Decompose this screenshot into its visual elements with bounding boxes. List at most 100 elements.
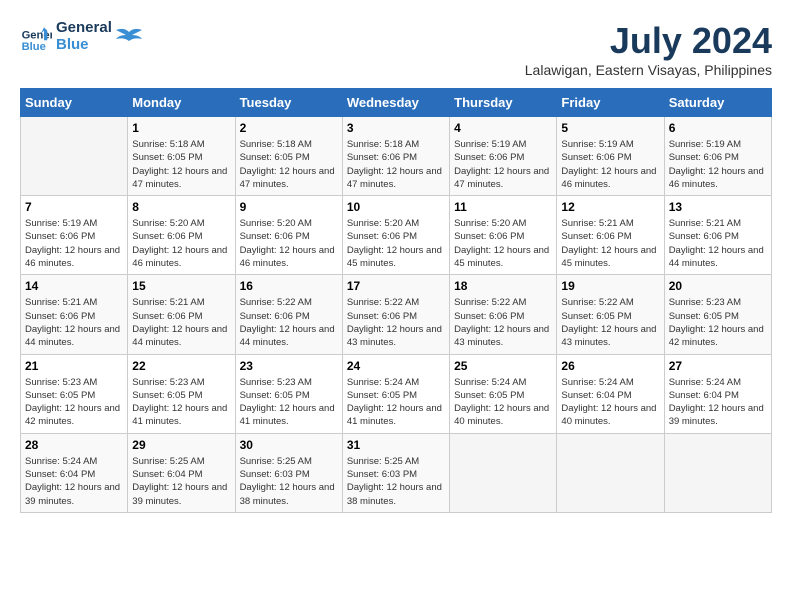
header-day-friday: Friday [557, 89, 664, 117]
calendar-cell: 8Sunrise: 5:20 AMSunset: 6:06 PMDaylight… [128, 196, 235, 275]
day-number: 23 [240, 359, 338, 373]
day-detail: Sunrise: 5:22 AMSunset: 6:05 PMDaylight:… [561, 296, 659, 349]
calendar-cell: 5 Sunrise: 5:19 AMSunset: 6:06 PMDaylight… [557, 117, 664, 196]
day-detail: Sunrise: 5:18 AMSunset: 6:05 PMDaylight:… [132, 138, 230, 191]
day-number: 13 [669, 200, 767, 214]
calendar-cell: 11 Sunrise: 5:20 AMSunset: 6:06 PMDayligh… [450, 196, 557, 275]
calendar-cell [21, 117, 128, 196]
calendar-week-row: 28Sunrise: 5:24 AMSunset: 6:04 PMDayligh… [21, 433, 772, 512]
calendar-week-row: 1Sunrise: 5:18 AMSunset: 6:05 PMDaylight… [21, 117, 772, 196]
day-number: 6 [669, 121, 767, 135]
day-detail: Sunrise: 5:21 AMSunset: 6:06 PMDaylight:… [669, 217, 767, 270]
day-detail: Sunrise: 5:22 AMSunset: 6:06 PMDaylight:… [454, 296, 552, 349]
calendar-cell: 14 Sunrise: 5:21 AMSunset: 6:06 PMDayligh… [21, 275, 128, 354]
calendar-cell: 2 Sunrise: 5:18 AMSunset: 6:05 PMDaylight… [235, 117, 342, 196]
calendar-cell: 29 Sunrise: 5:25 AMSunset: 6:04 PMDayligh… [128, 433, 235, 512]
day-detail: Sunrise: 5:23 AMSunset: 6:05 PMDaylight:… [132, 376, 230, 429]
calendar-cell: 6 Sunrise: 5:19 AMSunset: 6:06 PMDaylight… [664, 117, 771, 196]
day-detail: Sunrise: 5:25 AMSunset: 6:04 PMDaylight:… [132, 455, 230, 508]
day-number: 2 [240, 121, 338, 135]
day-detail: Sunrise: 5:20 AMSunset: 6:06 PMDaylight:… [454, 217, 552, 270]
day-detail: Sunrise: 5:24 AMSunset: 6:05 PMDaylight:… [347, 376, 445, 429]
day-number: 5 [561, 121, 659, 135]
day-detail: Sunrise: 5:19 AMSunset: 6:06 PMDaylight:… [561, 138, 659, 191]
day-detail: Sunrise: 5:19 AMSunset: 6:06 PMDaylight:… [25, 217, 123, 270]
calendar-week-row: 14 Sunrise: 5:21 AMSunset: 6:06 PMDayligh… [21, 275, 772, 354]
day-number: 19 [561, 279, 659, 293]
calendar-cell: 22 Sunrise: 5:23 AMSunset: 6:05 PMDayligh… [128, 354, 235, 433]
day-number: 10 [347, 200, 445, 214]
header-day-monday: Monday [128, 89, 235, 117]
calendar-cell: 13 Sunrise: 5:21 AMSunset: 6:06 PMDayligh… [664, 196, 771, 275]
day-number: 24 [347, 359, 445, 373]
day-detail: Sunrise: 5:20 AMSunset: 6:06 PMDaylight:… [347, 217, 445, 270]
calendar-cell: 18Sunrise: 5:22 AMSunset: 6:06 PMDayligh… [450, 275, 557, 354]
calendar-cell: 27Sunrise: 5:24 AMSunset: 6:04 PMDayligh… [664, 354, 771, 433]
day-detail: Sunrise: 5:24 AMSunset: 6:05 PMDaylight:… [454, 376, 552, 429]
day-number: 4 [454, 121, 552, 135]
day-detail: Sunrise: 5:21 AMSunset: 6:06 PMDaylight:… [25, 296, 123, 349]
day-detail: Sunrise: 5:24 AMSunset: 6:04 PMDaylight:… [561, 376, 659, 429]
day-number: 29 [132, 438, 230, 452]
calendar-cell: 31 Sunrise: 5:25 AMSunset: 6:03 PMDayligh… [342, 433, 449, 512]
day-detail: Sunrise: 5:21 AMSunset: 6:06 PMDaylight:… [132, 296, 230, 349]
day-detail: Sunrise: 5:24 AMSunset: 6:04 PMDaylight:… [669, 376, 767, 429]
header-day-tuesday: Tuesday [235, 89, 342, 117]
day-number: 9 [240, 200, 338, 214]
day-number: 12 [561, 200, 659, 214]
day-number: 25 [454, 359, 552, 373]
calendar-cell: 12Sunrise: 5:21 AMSunset: 6:06 PMDayligh… [557, 196, 664, 275]
logo-icon: General Blue [20, 21, 52, 53]
calendar-cell [664, 433, 771, 512]
logo-general: General [56, 20, 112, 37]
day-detail: Sunrise: 5:22 AMSunset: 6:06 PMDaylight:… [240, 296, 338, 349]
calendar-cell: 3Sunrise: 5:18 AMSunset: 6:06 PMDaylight… [342, 117, 449, 196]
day-detail: Sunrise: 5:19 AMSunset: 6:06 PMDaylight:… [454, 138, 552, 191]
calendar-cell: 15 Sunrise: 5:21 AMSunset: 6:06 PMDayligh… [128, 275, 235, 354]
svg-text:General: General [22, 29, 52, 41]
calendar-cell: 28Sunrise: 5:24 AMSunset: 6:04 PMDayligh… [21, 433, 128, 512]
header-day-sunday: Sunday [21, 89, 128, 117]
day-number: 11 [454, 200, 552, 214]
calendar-week-row: 7 Sunrise: 5:19 AMSunset: 6:06 PMDaylight… [21, 196, 772, 275]
day-number: 16 [240, 279, 338, 293]
day-number: 22 [132, 359, 230, 373]
header-day-thursday: Thursday [450, 89, 557, 117]
day-detail: Sunrise: 5:22 AMSunset: 6:06 PMDaylight:… [347, 296, 445, 349]
day-number: 21 [25, 359, 123, 373]
calendar-cell [557, 433, 664, 512]
calendar-cell: 10 Sunrise: 5:20 AMSunset: 6:06 PMDayligh… [342, 196, 449, 275]
day-number: 30 [240, 438, 338, 452]
header-day-wednesday: Wednesday [342, 89, 449, 117]
page-header: General Blue General Blue July 2024 Lala… [20, 20, 772, 78]
logo-blue: Blue [56, 37, 112, 54]
calendar-cell: 1Sunrise: 5:18 AMSunset: 6:05 PMDaylight… [128, 117, 235, 196]
header-day-saturday: Saturday [664, 89, 771, 117]
day-number: 15 [132, 279, 230, 293]
calendar-cell: 16 Sunrise: 5:22 AMSunset: 6:06 PMDayligh… [235, 275, 342, 354]
calendar-cell: 23Sunrise: 5:23 AMSunset: 6:05 PMDayligh… [235, 354, 342, 433]
logo-bird-icon [114, 22, 144, 52]
month-year-title: July 2024 [525, 20, 772, 62]
header-row: SundayMondayTuesdayWednesdayThursdayFrid… [21, 89, 772, 117]
day-number: 17 [347, 279, 445, 293]
calendar-cell: 25 Sunrise: 5:24 AMSunset: 6:05 PMDayligh… [450, 354, 557, 433]
calendar-cell [450, 433, 557, 512]
day-number: 7 [25, 200, 123, 214]
day-number: 14 [25, 279, 123, 293]
title-area: July 2024 Lalawigan, Eastern Visayas, Ph… [525, 20, 772, 78]
calendar-cell: 7 Sunrise: 5:19 AMSunset: 6:06 PMDaylight… [21, 196, 128, 275]
day-detail: Sunrise: 5:18 AMSunset: 6:05 PMDaylight:… [240, 138, 338, 191]
day-number: 26 [561, 359, 659, 373]
day-detail: Sunrise: 5:25 AMSunset: 6:03 PMDaylight:… [347, 455, 445, 508]
calendar-cell: 30Sunrise: 5:25 AMSunset: 6:03 PMDayligh… [235, 433, 342, 512]
day-detail: Sunrise: 5:23 AMSunset: 6:05 PMDaylight:… [669, 296, 767, 349]
svg-text:Blue: Blue [22, 40, 46, 52]
day-detail: Sunrise: 5:20 AMSunset: 6:06 PMDaylight:… [240, 217, 338, 270]
day-number: 31 [347, 438, 445, 452]
calendar-table: SundayMondayTuesdayWednesdayThursdayFrid… [20, 88, 772, 513]
calendar-header: SundayMondayTuesdayWednesdayThursdayFrid… [21, 89, 772, 117]
calendar-cell: 9 Sunrise: 5:20 AMSunset: 6:06 PMDaylight… [235, 196, 342, 275]
day-detail: Sunrise: 5:19 AMSunset: 6:06 PMDaylight:… [669, 138, 767, 191]
logo: General Blue General Blue [20, 20, 144, 53]
